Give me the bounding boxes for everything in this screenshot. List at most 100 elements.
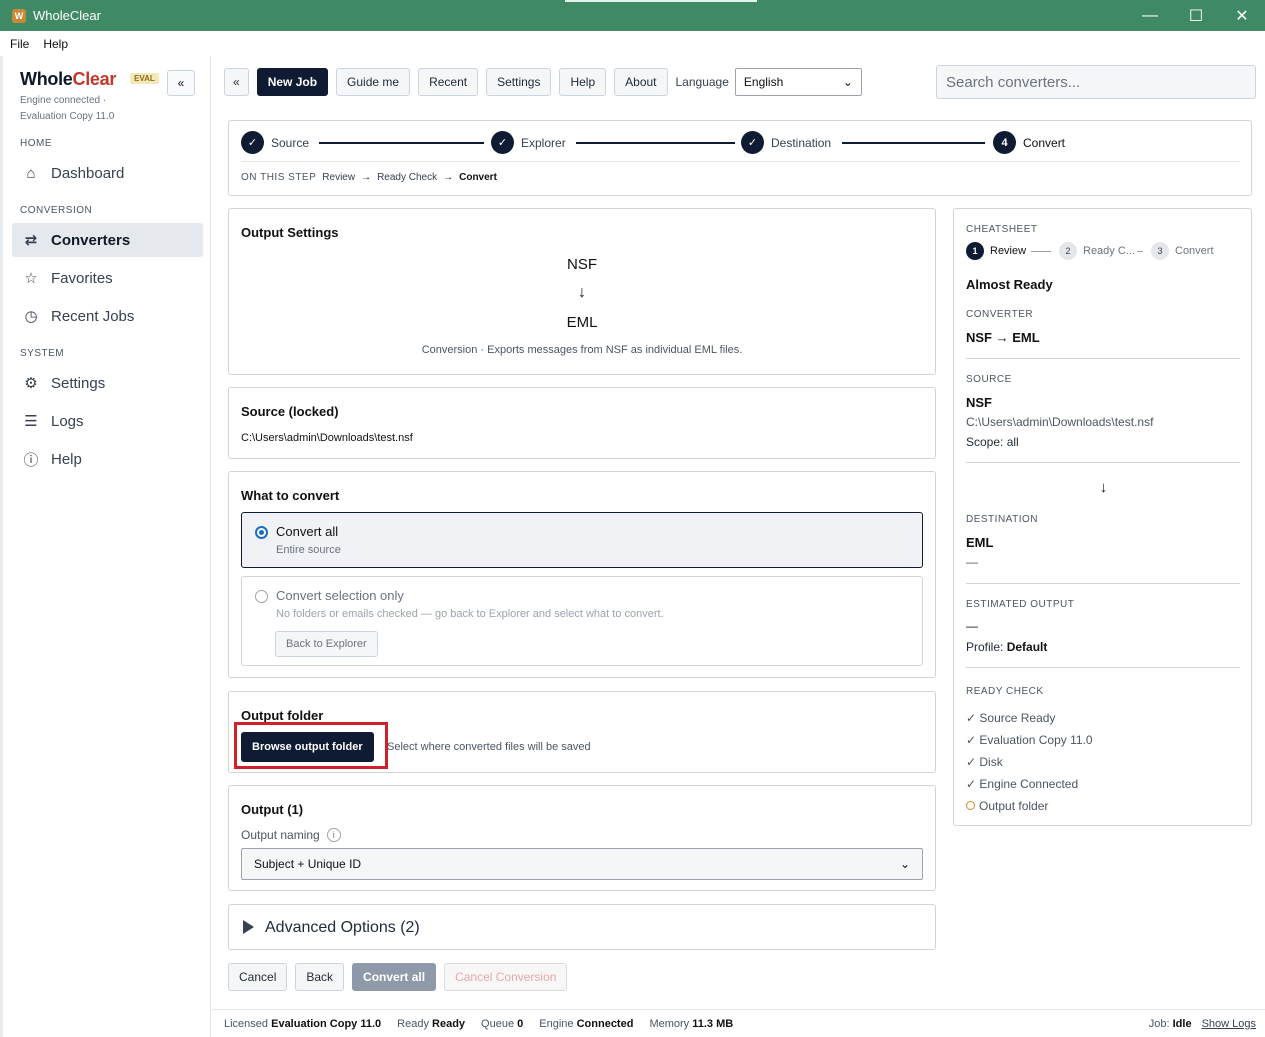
- language-label: Language: [675, 75, 729, 89]
- convert-all-radio[interactable]: [255, 526, 268, 539]
- status-licensed: Licensed Evaluation Copy 11.0: [224, 1017, 382, 1030]
- output-naming-label: Output naming i: [241, 828, 341, 842]
- step-label: Destination: [771, 135, 832, 150]
- output-settings-card: Output Settings NSF ↓ EML Conversion · E…: [228, 208, 936, 375]
- sidebar: WholeClear EVAL « Engine connected · Eva…: [3, 56, 211, 1037]
- step-connector: [576, 142, 735, 144]
- card-title: Source (locked): [241, 404, 339, 419]
- step-destination[interactable]: ✓ Destination: [741, 131, 831, 154]
- sidebar-item-favorites[interactable]: ☆ Favorites: [12, 261, 203, 295]
- language-select[interactable]: English ⌄: [734, 68, 862, 96]
- step-label: Convert: [1023, 135, 1066, 150]
- output-naming-select[interactable]: Subject + Unique ID ⌄: [241, 848, 923, 880]
- step-convert[interactable]: 4 Convert: [993, 131, 1065, 154]
- engine-status: Engine connected · Evaluation Copy 11.0: [20, 95, 115, 122]
- menu-file[interactable]: File: [10, 37, 29, 51]
- sidebar-item-dashboard[interactable]: ⌂ Dashboard: [12, 156, 203, 190]
- source-type: NSF: [966, 395, 992, 410]
- sidebar-item-settings[interactable]: ⚙ Settings: [12, 366, 203, 400]
- back-to-explorer-button[interactable]: Back to Explorer: [275, 631, 378, 657]
- bottom-actions: Cancel Back Convert all Cancel Conversio…: [228, 963, 575, 991]
- status-ready: Ready Ready: [397, 1017, 466, 1030]
- estimated-output-label: ESTIMATED OUTPUT: [966, 599, 1075, 610]
- ready-check-label: READY CHECK: [966, 686, 1044, 697]
- cheatsheet-step-review: 1 Review: [966, 242, 1026, 260]
- profile: Profile: Default: [966, 640, 1048, 654]
- title-accent: [565, 0, 757, 2]
- guide-me-button[interactable]: Guide me: [336, 68, 411, 96]
- step-label: Source: [271, 135, 310, 150]
- eval-badge: EVAL: [130, 73, 159, 84]
- advanced-options-title: Advanced Options (2): [265, 919, 420, 936]
- new-job-button[interactable]: New Job: [256, 68, 329, 96]
- home-icon: ⌂: [26, 164, 36, 182]
- sidebar-item-label: Settings: [51, 374, 106, 392]
- card-title: Output (1): [241, 802, 304, 817]
- divider: [966, 667, 1240, 668]
- cancel-button[interactable]: Cancel: [228, 963, 288, 991]
- destination-type: EML: [966, 535, 994, 550]
- convert-selection-radio[interactable]: [255, 590, 268, 603]
- collapse-sidebar-button[interactable]: «: [167, 70, 195, 96]
- help-button[interactable]: Help: [559, 68, 607, 96]
- show-logs-link[interactable]: Show Logs: [1202, 1018, 1256, 1030]
- card-title: What to convert: [241, 488, 340, 503]
- settings-button[interactable]: Settings: [486, 68, 552, 96]
- divider: [966, 462, 1240, 463]
- step-connector: [842, 142, 985, 144]
- info-icon: ⓘ: [23, 451, 39, 469]
- sidebar-item-converters[interactable]: ⇄ Converters: [12, 223, 203, 257]
- menu-help[interactable]: Help: [43, 37, 68, 51]
- list-icon: ☰: [24, 413, 38, 430]
- nav-back-button[interactable]: «: [224, 68, 249, 96]
- clock-icon: ◷: [24, 308, 38, 325]
- divider: [966, 583, 1240, 584]
- output-folder-hint: Select where converted files will be sav…: [387, 741, 591, 753]
- convert-selection-option[interactable]: Convert selection only No folders or ema…: [241, 576, 923, 666]
- divider: [966, 358, 1240, 359]
- window-title: WholeClear: [33, 8, 101, 23]
- check-item: ✓ Evaluation Copy 11.0: [966, 733, 1093, 747]
- sidebar-item-label: Help: [51, 450, 82, 468]
- swap-icon: ⇄: [24, 232, 38, 249]
- step-explorer[interactable]: ✓ Explorer: [491, 131, 566, 154]
- brand-logo: WholeClear: [20, 69, 117, 89]
- back-button[interactable]: Back: [295, 963, 345, 991]
- pending-circle-icon: [966, 801, 975, 810]
- convert-all-button[interactable]: Convert all: [352, 963, 437, 991]
- option-subtitle: Entire source: [276, 544, 341, 556]
- close-button[interactable]: ✕: [1219, 0, 1265, 31]
- option-title: Convert all: [276, 524, 339, 539]
- source-card: Source (locked) C:\Users\admin\Downloads…: [228, 387, 936, 459]
- option-subtitle: No folders or emails checked — go back t…: [276, 608, 664, 620]
- advanced-options-card[interactable]: Advanced Options (2): [228, 904, 936, 950]
- sidebar-item-logs[interactable]: ☰ Logs: [12, 404, 203, 438]
- check-icon: ✓: [491, 131, 514, 154]
- status-job: Job: Idle: [1148, 1017, 1192, 1030]
- status-memory: Memory 11.3 MB: [649, 1017, 734, 1030]
- language-value: English: [743, 75, 784, 89]
- sidebar-item-recent-jobs[interactable]: ◷ Recent Jobs: [12, 299, 203, 333]
- stepper: ✓ Source ✓ Explorer ✓ Destination 4 Conv…: [228, 120, 1252, 196]
- about-button[interactable]: About: [614, 68, 668, 96]
- converter-value: NSF → EML: [966, 330, 1040, 345]
- cancel-conversion-button[interactable]: Cancel Conversion: [444, 963, 568, 991]
- maximize-button[interactable]: ☐: [1173, 0, 1219, 31]
- source-path: C:\Users\admin\Downloads\test.nsf: [966, 415, 1154, 429]
- status-bar: Licensed Evaluation Copy 11.0 Ready Read…: [212, 1009, 1265, 1037]
- step-source[interactable]: ✓ Source: [241, 131, 309, 154]
- info-icon[interactable]: i: [326, 828, 341, 842]
- sidebar-item-help[interactable]: ⓘ Help: [12, 442, 203, 476]
- convert-all-option[interactable]: Convert all Entire source: [241, 512, 923, 568]
- chevron-down-icon: ⌄: [842, 75, 853, 89]
- step-label: Explorer: [521, 135, 566, 150]
- search-input[interactable]: Search converters...: [936, 65, 1256, 99]
- recent-button[interactable]: Recent: [418, 68, 479, 96]
- step-connector: [1031, 251, 1051, 252]
- option-title: Convert selection only: [276, 588, 404, 603]
- output-naming-value: Subject + Unique ID: [254, 857, 362, 871]
- top-toolbar: « New Job Guide me Recent Settings Help …: [224, 68, 862, 96]
- minimize-button[interactable]: —: [1127, 0, 1173, 31]
- expand-arrow-icon: [243, 920, 254, 934]
- arrow-down-icon: ↓: [578, 284, 586, 301]
